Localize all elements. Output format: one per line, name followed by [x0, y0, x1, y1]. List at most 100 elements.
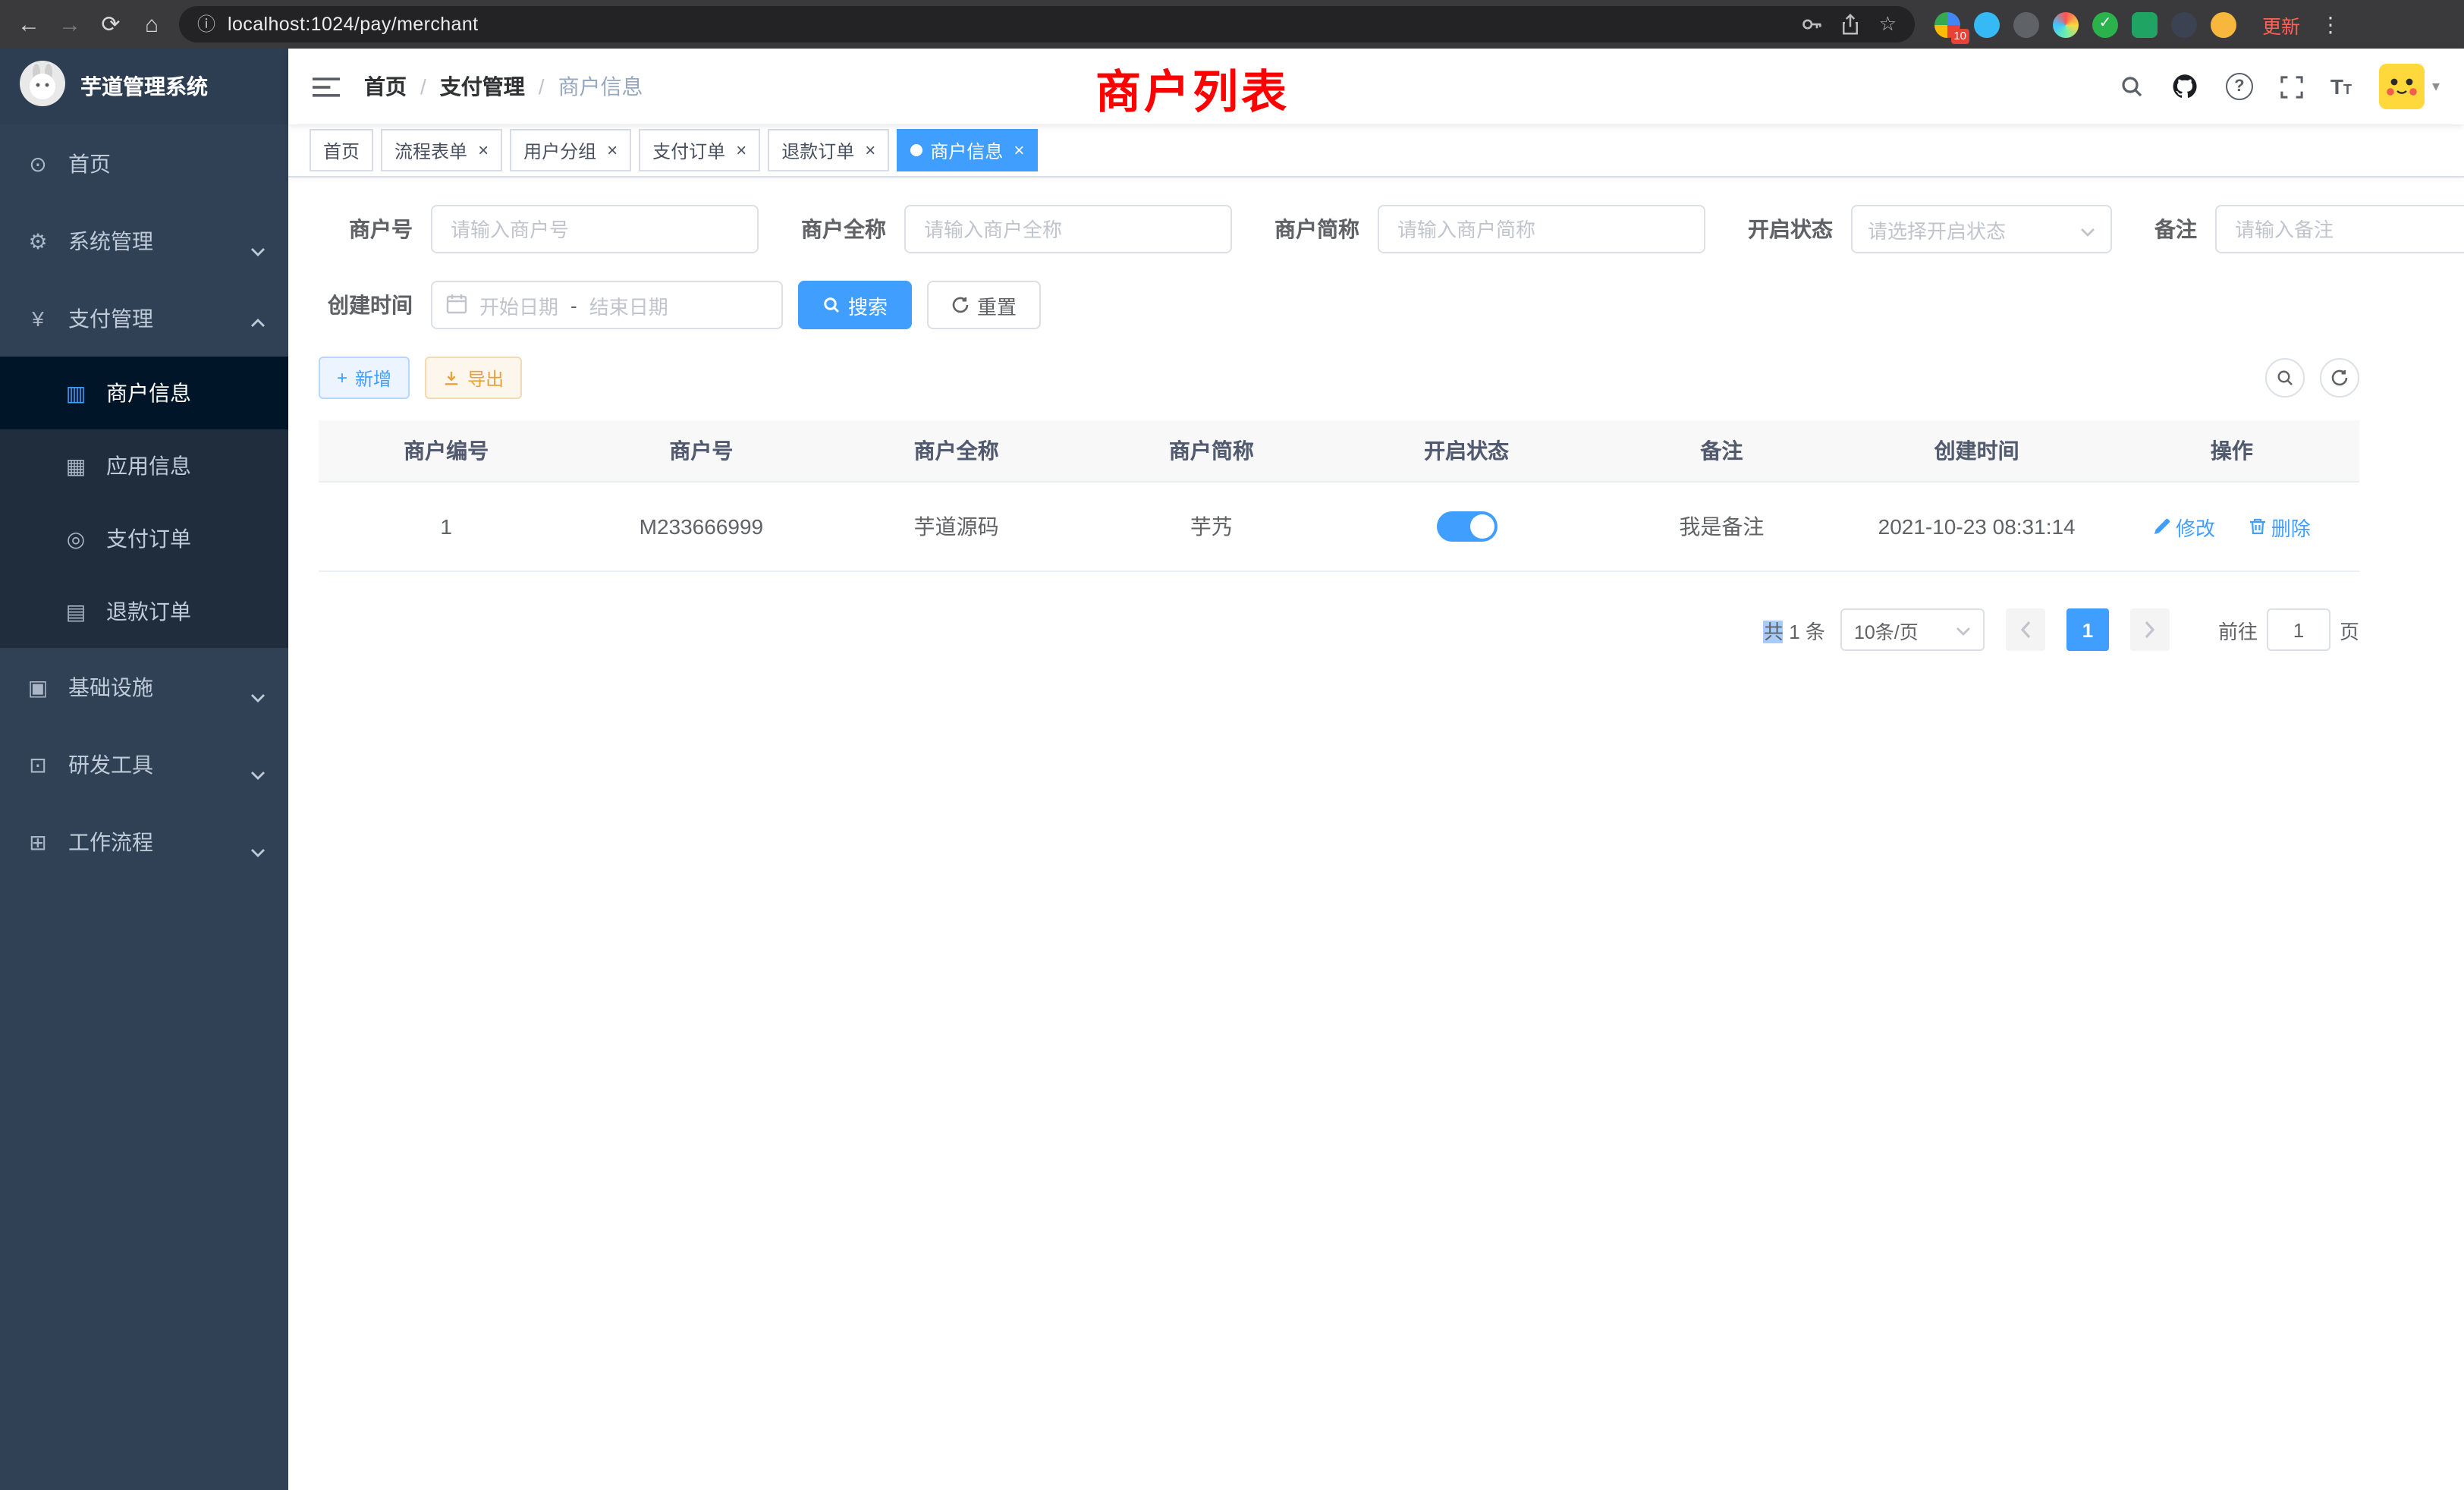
- merchant-no-input[interactable]: [431, 205, 759, 253]
- status-toggle[interactable]: [1436, 511, 1497, 542]
- extension-icon[interactable]: 10: [1934, 11, 1960, 37]
- sidebar-item-dev-tools[interactable]: ⊡ 研发工具: [0, 725, 288, 803]
- browser-menu-icon[interactable]: ⋮: [2320, 11, 2341, 37]
- sidebar-item-pay-order[interactable]: ◎ 支付订单: [0, 502, 288, 575]
- col-create-time: 创建时间: [1850, 420, 2104, 482]
- forward-button[interactable]: →: [56, 13, 83, 36]
- app-logo[interactable]: 芋道管理系统: [0, 49, 288, 124]
- sidebar-item-workflow[interactable]: ⊞ 工作流程: [0, 803, 288, 880]
- sidebar-item-refund-order[interactable]: ▤ 退款订单: [0, 575, 288, 648]
- create-time-range-picker[interactable]: 开始日期 - 结束日期: [431, 281, 783, 329]
- update-button[interactable]: 更新: [2262, 10, 2300, 39]
- col-merchant-id: 商户编号: [319, 420, 574, 482]
- reload-button[interactable]: ⟳: [97, 13, 124, 36]
- export-button-label: 导出: [467, 365, 504, 391]
- status-label: 开启状态: [1748, 214, 1833, 244]
- pagination-jumper: 前往 页: [2218, 608, 2359, 651]
- edit-pencil-icon: [2153, 517, 2171, 536]
- short-name-input[interactable]: [1378, 205, 1705, 253]
- hamburger-icon[interactable]: [313, 75, 340, 98]
- col-merchant-no: 商户号: [574, 420, 828, 482]
- tab-pay-order[interactable]: 支付订单×: [639, 129, 760, 171]
- fullscreen-icon[interactable]: [2280, 75, 2303, 98]
- bookmark-star-icon[interactable]: ☆: [1879, 12, 1897, 36]
- extension-icon[interactable]: ✓: [2092, 11, 2118, 37]
- breadcrumb-current: 商户信息: [558, 71, 643, 102]
- github-icon[interactable]: [2171, 73, 2198, 100]
- sidebar-item-infrastructure[interactable]: ▣ 基础设施: [0, 648, 288, 725]
- tab-user-group[interactable]: 用户分组×: [510, 129, 631, 171]
- breadcrumb-home[interactable]: 首页: [364, 71, 407, 102]
- end-date-placeholder[interactable]: 结束日期: [589, 291, 668, 319]
- tools-icon: ⊡: [26, 753, 50, 775]
- font-size-icon[interactable]: TT: [2330, 76, 2352, 97]
- edit-link[interactable]: 修改: [2153, 512, 2215, 541]
- sidebar-item-home[interactable]: ⊙ 首页: [0, 124, 288, 202]
- sidebar-item-app-info[interactable]: ▦ 应用信息: [0, 429, 288, 502]
- merchant-name-input[interactable]: [904, 205, 1232, 253]
- close-icon[interactable]: ×: [478, 141, 489, 159]
- table-header-row: 商户编号 商户号 商户全称 商户简称 开启状态 备注 创建时间 操作: [319, 420, 2359, 482]
- help-icon[interactable]: ?: [2226, 73, 2253, 100]
- start-date-placeholder[interactable]: 开始日期: [479, 291, 558, 319]
- page-number-1[interactable]: 1: [2066, 608, 2109, 651]
- close-icon[interactable]: ×: [736, 141, 746, 159]
- sidebar-item-merchant-info[interactable]: ▥ 商户信息: [0, 357, 288, 429]
- screen: ← → ⟳ ⌂ ⓘ localhost:1024/pay/merchant ☆ …: [0, 0, 2464, 1490]
- sidebar-item-system[interactable]: ⚙ 系统管理: [0, 202, 288, 279]
- site-info-icon[interactable]: ⓘ: [197, 15, 215, 33]
- refresh-icon: [2330, 369, 2349, 387]
- sidebar-item-label: 支付订单: [106, 523, 191, 554]
- close-icon[interactable]: ×: [1014, 141, 1024, 159]
- status-select[interactable]: 请选择开启状态: [1851, 205, 2112, 253]
- extension-icon[interactable]: [2053, 11, 2079, 37]
- home-button[interactable]: ⌂: [138, 13, 165, 36]
- tags-view-bar: 首页 流程表单× 用户分组× 支付订单× 退款订单× 商户信息×: [288, 124, 2464, 178]
- user-avatar[interactable]: ▾: [2379, 64, 2440, 109]
- reset-button[interactable]: 重置: [927, 281, 1041, 329]
- search-button[interactable]: 搜索: [798, 281, 912, 329]
- prev-page-button[interactable]: [2006, 608, 2045, 651]
- cell-short-name: 芋艿: [1084, 482, 1339, 571]
- status-select-placeholder: 请选择开启状态: [1868, 215, 2006, 244]
- tab-process-form[interactable]: 流程表单×: [381, 129, 502, 171]
- filter-form-row-1: 商户号 商户全称 商户简称 开启状态 请选择开启状态: [319, 205, 2359, 253]
- close-icon[interactable]: ×: [607, 141, 618, 159]
- extension-icon[interactable]: [1974, 11, 2000, 37]
- tab-home[interactable]: 首页: [310, 129, 373, 171]
- search-icon[interactable]: [2120, 74, 2144, 99]
- sidebar: 芋道管理系统 ⊙ 首页 ⚙ 系统管理 ¥ 支付管理: [0, 49, 288, 1490]
- browser-profile-avatar[interactable]: [2211, 11, 2236, 37]
- grid-icon: ▦: [64, 455, 88, 476]
- back-button[interactable]: ←: [15, 13, 42, 36]
- extension-icon[interactable]: [2132, 11, 2158, 37]
- caret-down-icon: ▾: [2432, 78, 2440, 95]
- tab-refund-order[interactable]: 退款订单×: [768, 129, 889, 171]
- delete-link[interactable]: 删除: [2249, 512, 2311, 541]
- gear-icon: ⚙: [26, 230, 50, 251]
- breadcrumb-payment[interactable]: 支付管理: [440, 71, 525, 102]
- page-size-select[interactable]: 10条/页: [1840, 608, 1985, 651]
- address-bar[interactable]: ⓘ localhost:1024/pay/merchant ☆: [179, 6, 1915, 42]
- extension-icon[interactable]: [2013, 11, 2039, 37]
- toggle-search-button[interactable]: [2265, 358, 2305, 398]
- close-icon[interactable]: ×: [865, 141, 875, 159]
- goto-page-input[interactable]: [2267, 608, 2330, 651]
- export-button[interactable]: 导出: [425, 357, 522, 399]
- page-unit-label: 页: [2340, 615, 2359, 644]
- cell-remark: 我是备注: [1594, 482, 1849, 571]
- extension-icon[interactable]: [2171, 11, 2197, 37]
- refresh-table-button[interactable]: [2320, 358, 2359, 398]
- remark-input[interactable]: [2215, 205, 2464, 253]
- col-status: 开启状态: [1339, 420, 1594, 482]
- sidebar-item-payment[interactable]: ¥ 支付管理: [0, 279, 288, 357]
- breadcrumb-separator: /: [539, 74, 545, 99]
- share-icon[interactable]: [1841, 14, 1861, 35]
- add-button[interactable]: + 新增: [319, 357, 410, 399]
- tab-merchant-info[interactable]: 商户信息×: [897, 129, 1038, 171]
- password-key-icon[interactable]: [1802, 14, 1823, 35]
- table-row: 1 M233666999 芋道源码 芋艿 我是备注 2021-10-23 08:…: [319, 482, 2359, 571]
- next-page-button[interactable]: [2130, 608, 2170, 651]
- delete-link-label: 删除: [2271, 512, 2311, 541]
- cell-actions: 修改 删除: [2104, 482, 2359, 571]
